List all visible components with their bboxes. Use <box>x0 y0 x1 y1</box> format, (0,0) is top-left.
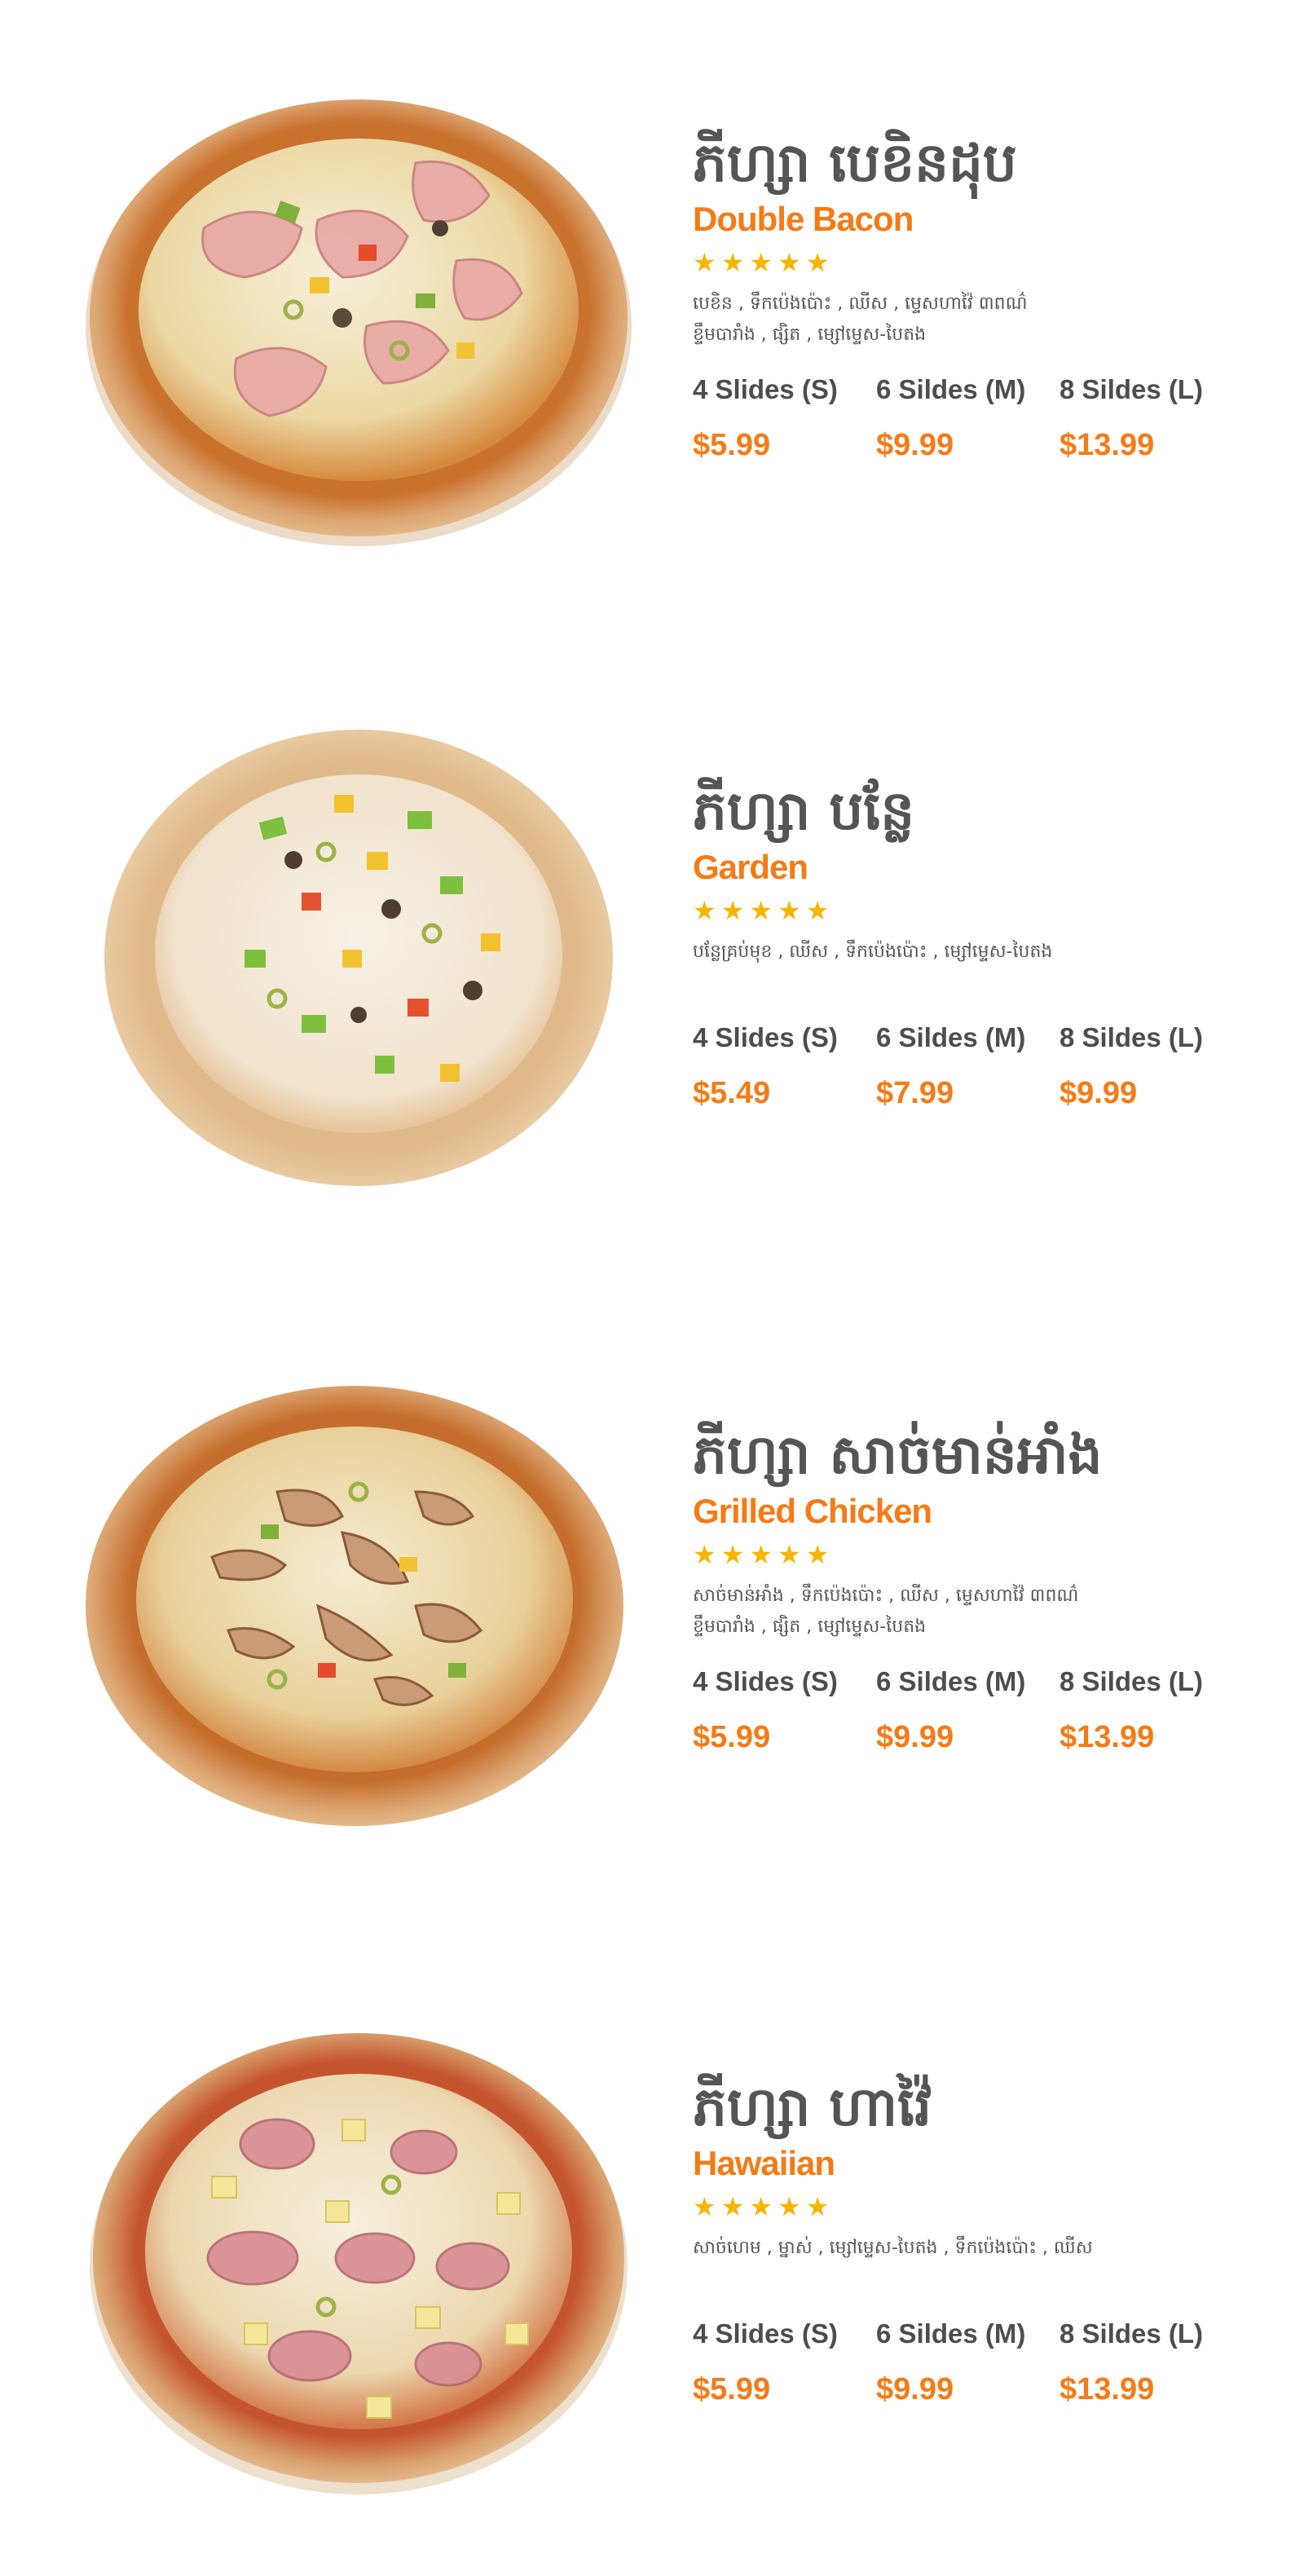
rating-stars: ★ ★ ★ ★ ★ <box>693 2192 1263 2221</box>
double-bacon-pizza-image <box>73 82 644 554</box>
item-ingredients: បន្លែគ្រប់មុខ , ឈីស , ទឹកប៉េងប៉ោះ , ម្សៅ… <box>693 937 1263 1002</box>
rating-stars: ★ ★ ★ ★ ★ <box>693 248 1263 277</box>
size-price: $9.99 <box>876 1720 954 1754</box>
size-price: $13.99 <box>1060 1720 1155 1754</box>
size-price: $5.99 <box>693 2372 771 2406</box>
size-label: 8 Sildes (L) <box>1060 1022 1204 1052</box>
star-icon: ★ <box>749 2191 773 2222</box>
star-icon: ★ <box>749 247 773 278</box>
size-options: 4 Slides (S) $5.99 6 Sildes (M) $9.99 8 … <box>693 1665 1263 1755</box>
size-options: 4 Slides (S) $5.49 6 Sildes (M) $7.99 8 … <box>693 1021 1263 1111</box>
size-label: 8 Sildes (L) <box>1060 1666 1204 1696</box>
size-option-medium[interactable]: 6 Sildes (M) $7.99 <box>876 1021 1060 1111</box>
size-option-small[interactable]: 4 Slides (S) $5.99 <box>693 373 876 463</box>
pizza-illustration <box>86 99 632 546</box>
item-english-name: Garden <box>693 848 808 886</box>
size-price: $9.99 <box>876 428 954 462</box>
menu-item-grilled-chicken: ភីហ្សា សាច់មាន់អាំង Grilled Chicken ★ ★ … <box>0 1361 1304 1883</box>
star-icon: ★ <box>778 1539 801 1570</box>
size-price: $5.99 <box>693 428 771 462</box>
item-ingredients: សាច់មាន់អាំង , ទឹកប៉េងប៉ោះ , ឈីស , ម្ទេស… <box>693 1581 1263 1646</box>
size-label: 8 Sildes (L) <box>1060 2318 1204 2349</box>
size-option-large[interactable]: 8 Sildes (L) $13.99 <box>1060 2318 1243 2407</box>
size-option-medium[interactable]: 6 Sildes (M) $9.99 <box>876 373 1060 463</box>
item-info: ភីហ្សា បេខិនដុប Double Bacon ★ ★ ★ ★ ★ ប… <box>693 130 1263 463</box>
item-info: ភីហ្សា ហាវ៉ៃ Hawaiian ★ ★ ★ ★ ★ សាច់ហេម … <box>693 2075 1263 2407</box>
size-price: $9.99 <box>1060 1076 1138 1110</box>
size-label: 8 Sildes (L) <box>1060 374 1204 404</box>
size-price: $5.99 <box>693 1720 771 1754</box>
item-ingredients: សាច់ហេម , ម្នាស់ , ម្សៅម្ទេស-បៃតង , ទឹកប… <box>693 2233 1263 2298</box>
star-icon: ★ <box>720 1539 745 1570</box>
menu-item-hawaiian: ភីហ្សា ហាវ៉ៃ Hawaiian ★ ★ ★ ★ ★ សាច់ហេម … <box>0 2005 1304 2527</box>
size-label: 6 Sildes (M) <box>876 1022 1026 1052</box>
star-icon: ★ <box>693 247 716 278</box>
size-label: 6 Sildes (M) <box>876 374 1026 404</box>
ingredients-line: ខ្ទឹមបារាំង , ផ្សិត , ម្សៅម្ទេស-បៃតង <box>693 1617 927 1637</box>
size-label: 4 Slides (S) <box>693 2318 838 2349</box>
pizza-illustration <box>90 2033 628 2494</box>
rating-stars: ★ ★ ★ ★ ★ <box>693 896 1263 925</box>
ingredients-line: សាច់ហេម , ម្នាស់ , ម្សៅម្ទេស-បៃតង , ទឹកប… <box>693 2238 1093 2258</box>
size-option-small[interactable]: 4 Slides (S) $5.99 <box>693 2318 876 2407</box>
grilled-chicken-pizza-image <box>73 1370 636 1842</box>
star-icon: ★ <box>720 2191 745 2222</box>
size-label: 6 Sildes (M) <box>876 2318 1026 2349</box>
size-option-small[interactable]: 4 Slides (S) $5.49 <box>693 1021 876 1111</box>
size-option-large[interactable]: 8 Sildes (L) $13.99 <box>1060 373 1243 463</box>
star-icon: ★ <box>805 895 830 926</box>
rating-stars: ★ ★ ★ ★ ★ <box>693 1540 1263 1569</box>
star-icon: ★ <box>778 895 801 926</box>
size-label: 4 Slides (S) <box>693 374 838 404</box>
hawaiian-pizza-image <box>82 2014 636 2503</box>
star-icon: ★ <box>693 1539 716 1570</box>
star-icon: ★ <box>693 2191 716 2222</box>
size-price: $7.99 <box>876 1076 954 1110</box>
star-icon: ★ <box>805 247 830 278</box>
ingredients-line: បេខិន , ទឹកប៉េងប៉ោះ , ឈីស , ម្ទេសហាវ៉ៃ ៣… <box>693 293 1028 314</box>
size-options: 4 Slides (S) $5.99 6 Sildes (M) $9.99 8 … <box>693 373 1263 463</box>
item-ingredients: បេខិន , ទឹកប៉េងប៉ោះ , ឈីស , ម្ទេសហាវ៉ៃ ៣… <box>693 289 1263 354</box>
size-label: 4 Slides (S) <box>693 1666 838 1696</box>
size-option-medium[interactable]: 6 Sildes (M) $9.99 <box>876 1665 1060 1755</box>
size-label: 6 Sildes (M) <box>876 1666 1026 1696</box>
item-khmer-name: ភីហ្សា បេខិនដុប <box>693 131 1017 194</box>
size-option-medium[interactable]: 6 Sildes (M) $9.99 <box>876 2318 1060 2407</box>
size-price: $9.99 <box>876 2372 954 2406</box>
ingredients-line: បន្លែគ្រប់មុខ , ឈីស , ទឹកប៉េងប៉ោះ , ម្សៅ… <box>693 942 1053 962</box>
star-icon: ★ <box>749 895 773 926</box>
size-option-small[interactable]: 4 Slides (S) $5.99 <box>693 1665 876 1755</box>
size-options: 4 Slides (S) $5.99 6 Sildes (M) $9.99 8 … <box>693 2318 1263 2407</box>
pizza-illustration <box>86 1386 623 1826</box>
pizza-illustration <box>104 730 613 1186</box>
size-label: 4 Slides (S) <box>693 1022 838 1052</box>
size-option-large[interactable]: 8 Sildes (L) $9.99 <box>1060 1021 1243 1111</box>
garden-pizza-image <box>98 721 619 1194</box>
star-icon: ★ <box>778 247 801 278</box>
item-khmer-name: ភីហ្សា សាច់មាន់អាំង <box>693 1423 1103 1486</box>
star-icon: ★ <box>693 895 716 926</box>
size-price: $5.49 <box>693 1076 771 1110</box>
item-info: ភីហ្សា បន្លែ Garden ★ ★ ★ ★ ★ បន្លែគ្រប់… <box>693 779 1263 1111</box>
menu-item-garden: ភីហ្សា បន្លែ Garden ★ ★ ★ ★ ★ បន្លែគ្រប់… <box>0 717 1304 1239</box>
star-icon: ★ <box>805 1539 830 1570</box>
star-icon: ★ <box>720 247 745 278</box>
size-price: $13.99 <box>1060 428 1155 462</box>
menu-item-double-bacon: ភីហ្សា បេខិនដុប Double Bacon ★ ★ ★ ★ ★ ប… <box>0 73 1304 595</box>
size-option-large[interactable]: 8 Sildes (L) $13.99 <box>1060 1665 1243 1755</box>
ingredients-line: សាច់មាន់អាំង , ទឹកប៉េងប៉ោះ , ឈីស , ម្ទេស… <box>693 1586 1079 1606</box>
item-english-name: Grilled Chicken <box>693 1492 932 1530</box>
star-icon: ★ <box>805 2191 830 2222</box>
item-khmer-name: ភីហ្សា បន្លែ <box>693 779 915 842</box>
ingredients-line: ខ្ទឹមបារាំង , ផ្សិត , ម្សៅម្ទេស-បៃតង <box>693 324 927 345</box>
star-icon: ★ <box>749 1539 773 1570</box>
item-english-name: Hawaiian <box>693 2144 835 2182</box>
star-icon: ★ <box>778 2191 801 2222</box>
item-english-name: Double Bacon <box>693 200 914 238</box>
size-price: $13.99 <box>1060 2372 1155 2406</box>
item-info: ភីហ្សា សាច់មាន់អាំង Grilled Chicken ★ ★ … <box>693 1423 1263 1755</box>
item-khmer-name: ភីហ្សា ហាវ៉ៃ <box>693 2075 932 2138</box>
star-icon: ★ <box>720 895 745 926</box>
